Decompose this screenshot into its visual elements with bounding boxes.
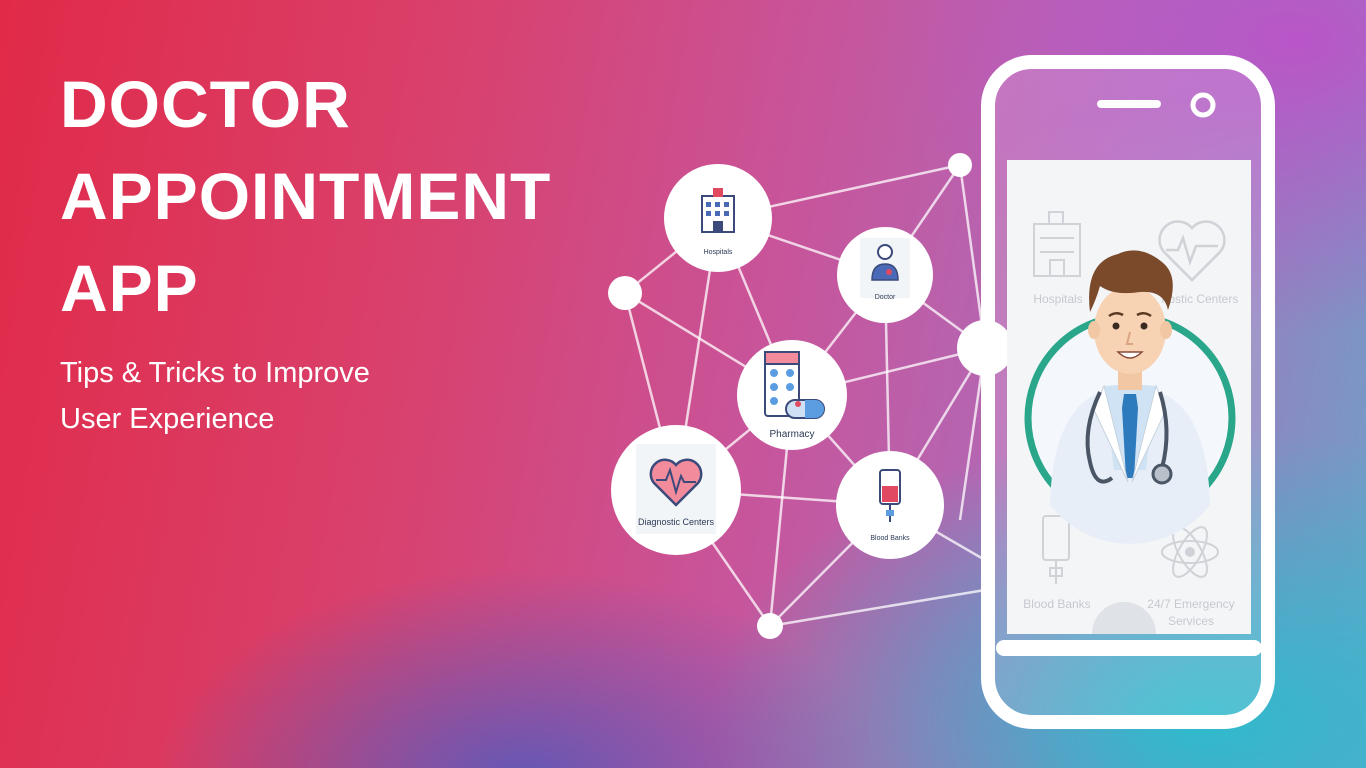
phone-home-bar bbox=[996, 640, 1262, 656]
node-doctor-label: Doctor bbox=[875, 294, 896, 301]
screen-emergency-label-2: Services bbox=[1168, 614, 1214, 628]
banner: DOCTOR APPOINTMENT APP Tips & Tricks to … bbox=[0, 0, 1366, 768]
node-doctor: Doctor bbox=[837, 227, 933, 323]
phone-speaker bbox=[1097, 100, 1161, 108]
screen-hospitals-label: Hospitals bbox=[1033, 292, 1082, 306]
node-diagnostic-centers: Diagnostic Centers bbox=[611, 425, 741, 555]
node-pharmacy: Pharmacy bbox=[737, 340, 847, 450]
node-diagnostic-label: Diagnostic Centers bbox=[638, 517, 715, 527]
network-dot bbox=[608, 276, 642, 310]
node-pharmacy-label: Pharmacy bbox=[769, 429, 814, 440]
node-hospitals-label: Hospitals bbox=[704, 249, 733, 256]
screen-blood-banks-label: Blood Banks bbox=[1023, 597, 1090, 611]
network-illustration: Hospitals Doctor Pharmacy Diagnostic Cen… bbox=[608, 55, 1275, 729]
node-hospitals: Hospitals bbox=[664, 164, 772, 272]
node-blood-banks-label: Blood Banks bbox=[870, 535, 910, 542]
network-dot bbox=[757, 613, 783, 639]
network-dot bbox=[948, 153, 972, 177]
screen-emergency-label-1: 24/7 Emergency bbox=[1147, 597, 1234, 611]
node-blood-banks: Blood Banks bbox=[836, 451, 944, 559]
screen-diagnostic-label: nostic Centers bbox=[1162, 292, 1239, 306]
